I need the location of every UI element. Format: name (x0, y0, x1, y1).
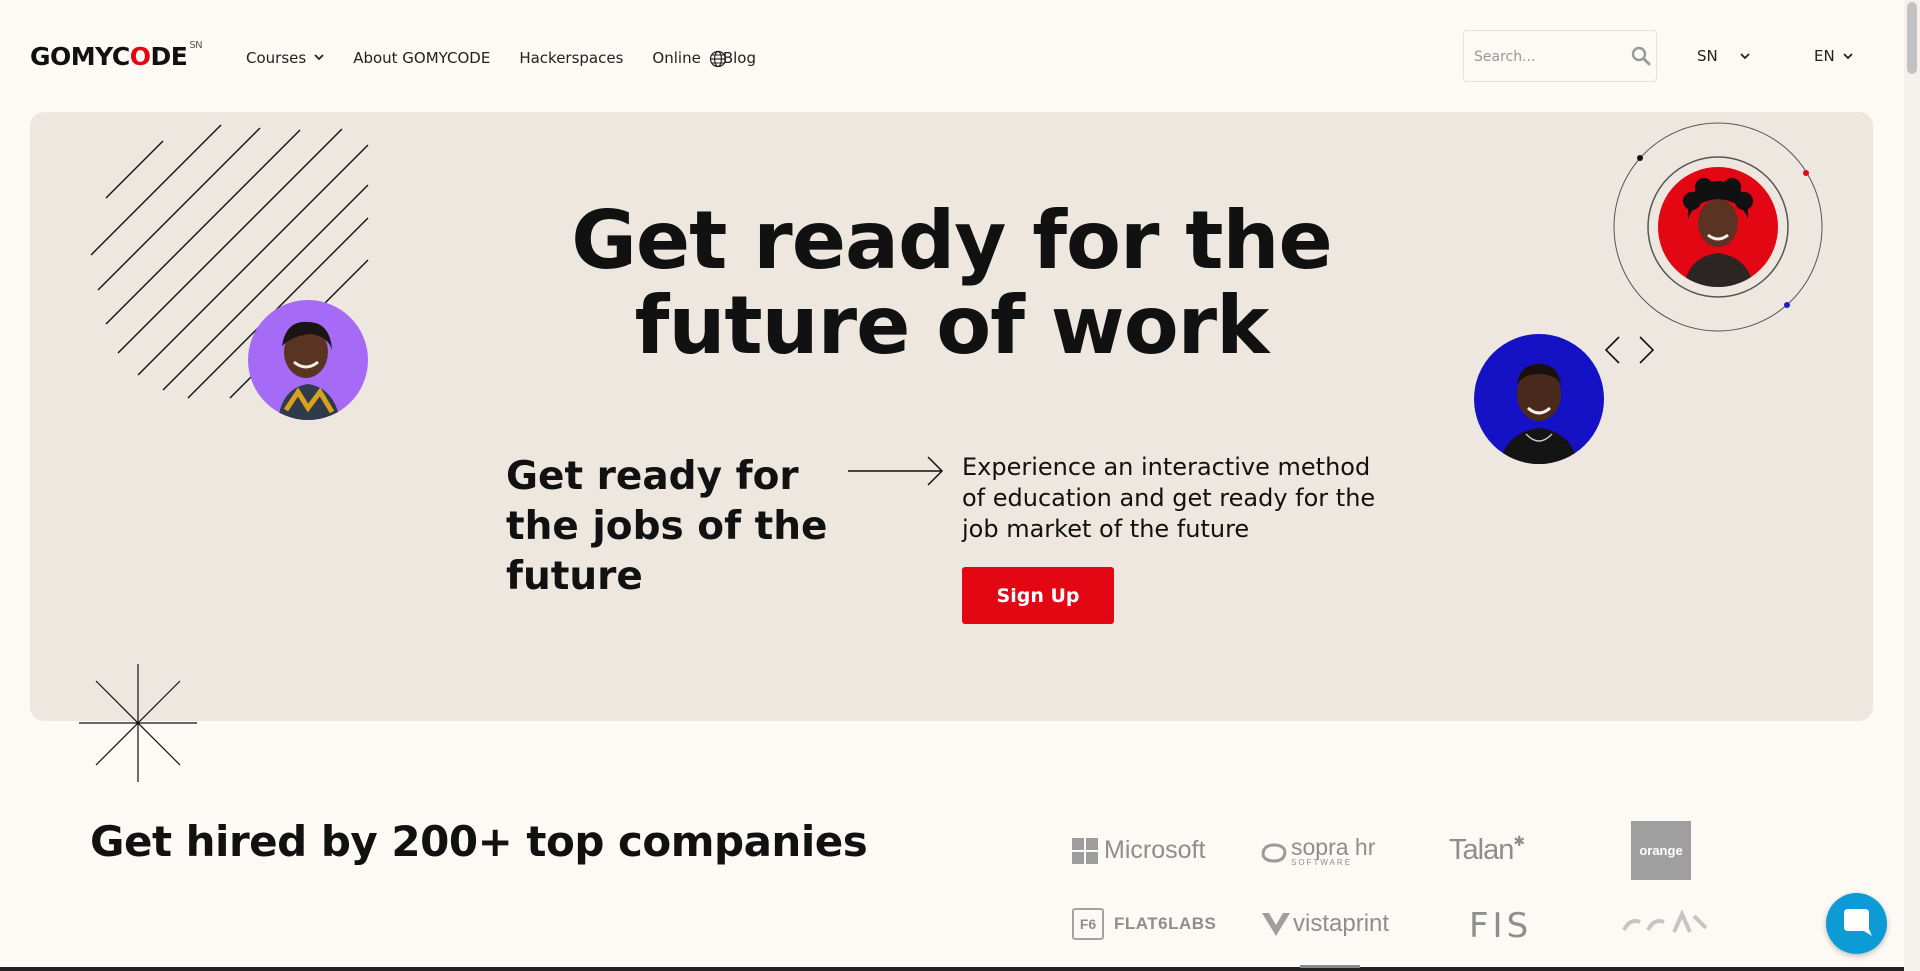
hero-title: Get ready for the future of work (0, 198, 1903, 368)
company-logo-fis-text: FIS (1469, 906, 1533, 946)
nav-about-label: About GOMYCODE (353, 48, 491, 67)
company-logo-sopra-text: sopra hr (1291, 834, 1376, 860)
hero-subtitle: Get ready for the jobs of the future (506, 454, 828, 599)
language-select-value: EN (1814, 47, 1835, 65)
nav-about[interactable]: About GOMYCODE (353, 49, 490, 67)
microsoft-grid-icon (1072, 837, 1098, 864)
company-logo-partial (1620, 908, 1710, 940)
logo-text-suffix: DE (150, 42, 188, 71)
scrollbar-thumb[interactable] (1907, 2, 1917, 74)
region-badge: SN (189, 40, 203, 51)
company-logo-talan: Talan ✱ (1449, 833, 1526, 867)
logo-text-prefix: GOMYC (30, 42, 130, 71)
main-nav: Courses About GOMYCODE Hackerspaces Onli… (246, 47, 756, 68)
page-scrollbar[interactable] (1904, 0, 1920, 971)
brand-logo[interactable]: GOMYC O DE SN (30, 40, 203, 71)
company-logo-vistaprint: vistaprint (1261, 910, 1389, 938)
nav-courses-label: Courses (246, 48, 307, 67)
company-logo-talan-text: Talan (1449, 834, 1514, 866)
site-header: GOMYC O DE SN Courses About GOMYCODE Hacker… (0, 0, 1904, 112)
language-select[interactable]: EN (1814, 47, 1853, 65)
company-logo-sopra-sub: SOFTWARE (1291, 858, 1353, 867)
chevron-down-icon (1843, 50, 1853, 63)
companies-title: Get hired by 200+ top companies (90, 817, 868, 866)
search-input[interactable] (1474, 45, 1614, 69)
logo-text-highlight: O (129, 42, 151, 71)
talan-star-icon: ✱ (1513, 833, 1526, 849)
company-logo-flat6labs: F6 FLAT6LABS (1072, 908, 1216, 940)
chevron-down-icon (314, 51, 324, 64)
country-select-value: SN (1697, 47, 1718, 65)
chevron-down-icon (1740, 50, 1750, 63)
company-logo-flat6labs-text: FLAT6LABS (1114, 914, 1217, 933)
nav-online-label: Online (652, 48, 701, 67)
company-logo-orange: orange (1631, 821, 1691, 880)
company-logo-orange-text: orange (1639, 843, 1683, 858)
hero-title-line-2: future of work (634, 279, 1270, 372)
company-logo-fis: FIS (1469, 906, 1532, 946)
country-select[interactable]: SN (1697, 47, 1750, 65)
nav-blog[interactable]: Blog (699, 47, 756, 68)
starburst-decoration (79, 664, 197, 782)
sopra-swirl-icon (1261, 842, 1287, 863)
nav-blog-label: Blog (722, 48, 756, 67)
nav-courses[interactable]: Courses (246, 49, 324, 67)
bottom-edge (0, 967, 1904, 971)
nav-hackerspaces[interactable]: Hackerspaces (519, 49, 623, 67)
company-logo-microsoft-text: Microsoft (1104, 836, 1206, 864)
hero-title-line-1: Get ready for the (571, 194, 1333, 287)
partial-logo-icon (1622, 909, 1708, 933)
chat-button[interactable] (1826, 893, 1887, 954)
hero-description: Experience an interactive method of educ… (962, 453, 1376, 543)
sign-up-button[interactable]: Sign Up (962, 567, 1114, 624)
vistaprint-v-icon (1262, 913, 1290, 936)
company-logo-microsoft: Microsoft (1072, 836, 1205, 865)
flat6labs-mark-icon: F6 (1072, 908, 1104, 940)
search-box (1463, 30, 1657, 82)
logo-carousel-indicator (1300, 965, 1360, 968)
company-logo-sopra-hr: sopra hr SOFTWARE (1259, 836, 1375, 867)
nav-online[interactable]: Online (652, 49, 700, 67)
search-icon[interactable] (1631, 46, 1651, 66)
arrow-right-icon (848, 456, 944, 486)
chat-icon (1844, 909, 1872, 936)
nav-hackerspaces-label: Hackerspaces (519, 48, 624, 67)
company-logo-vistaprint-text: vistaprint (1293, 910, 1390, 937)
